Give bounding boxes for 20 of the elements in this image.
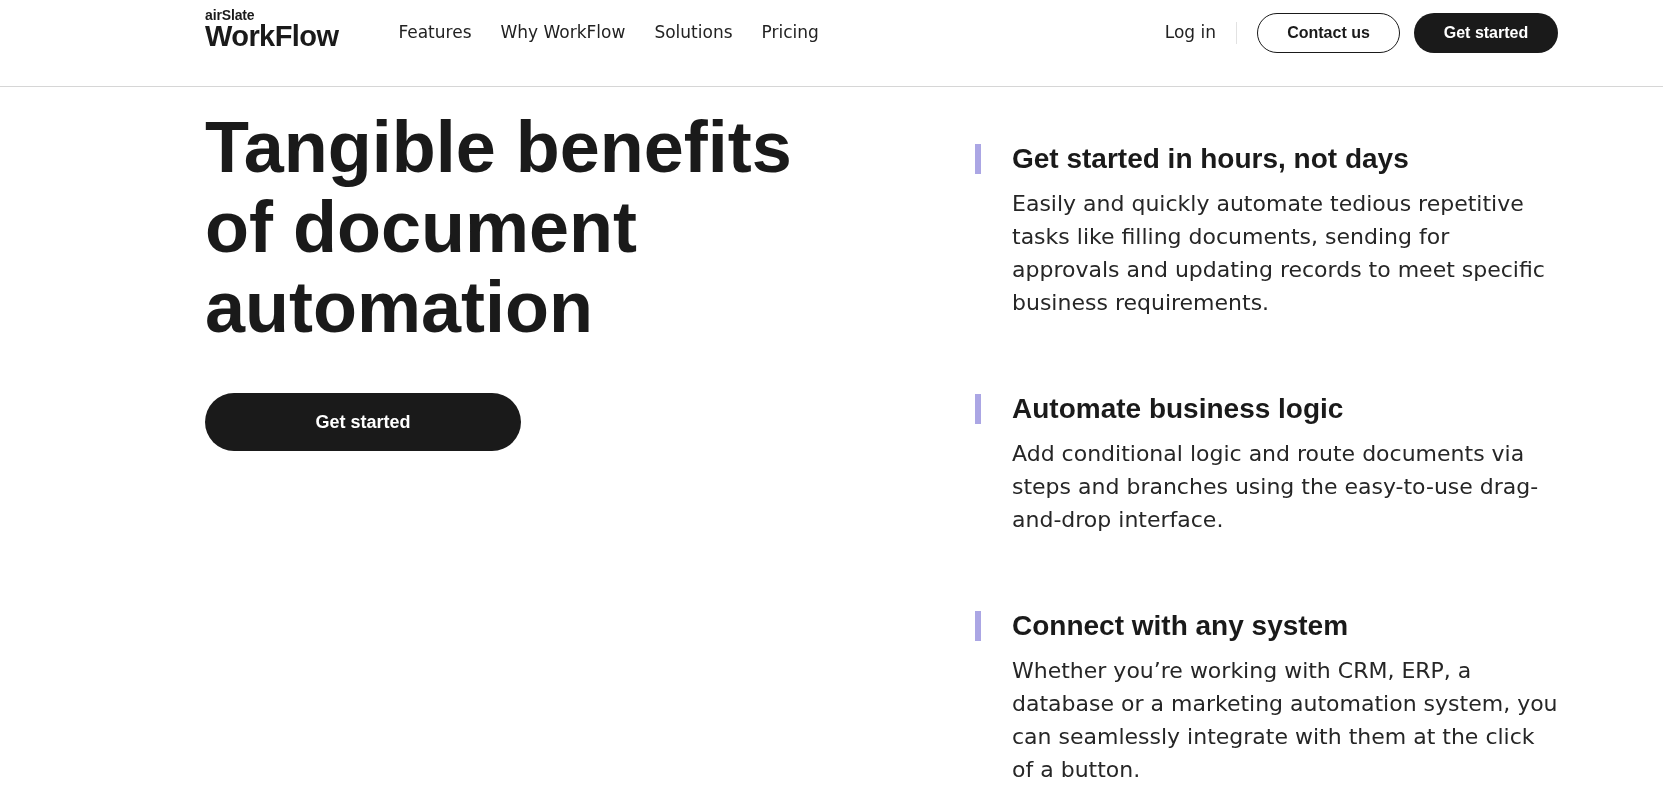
contact-button[interactable]: Contact us xyxy=(1257,13,1400,53)
accent-bar xyxy=(975,144,981,174)
benefit-heading: Get started in hours, not days xyxy=(1012,143,1410,175)
hero-heading: Tangible benefits of document automation xyxy=(205,107,793,347)
nav-link[interactable]: Solutions xyxy=(654,20,733,46)
benefit-description: Add conditional logic and route documents via steps and branches using the easy-to-use drag-and-drop interface. xyxy=(1012,440,1540,534)
login-link[interactable]: Log in xyxy=(1164,20,1216,46)
benefit-heading: Connect with any system xyxy=(1012,610,1350,642)
benefit-heading: Automate business logic xyxy=(1012,393,1345,425)
accent-bar xyxy=(975,611,981,641)
get-started-button[interactable]: Get started xyxy=(1414,13,1558,53)
benefit-description: Easily and quickly automate tedious repetitive tasks like filling documents, sending for approvals and updating records to meet specific business requirements. xyxy=(1012,190,1546,317)
nav-link[interactable]: Why WorkFlow xyxy=(500,20,626,46)
benefit-description: Whether you’re working with CRM, ERP, a database or a marketing automation system, you can seamlessly integrate with them at the click of a button. xyxy=(1012,657,1559,784)
nav-link[interactable]: Features xyxy=(398,20,472,46)
accent-bar xyxy=(975,394,981,424)
logo-small-text: airSlate xyxy=(205,7,256,22)
nav-link[interactable]: Pricing xyxy=(761,20,819,46)
get-started-button[interactable]: Get started xyxy=(205,393,521,451)
logo-wordmark: WorkFlow xyxy=(205,21,339,50)
